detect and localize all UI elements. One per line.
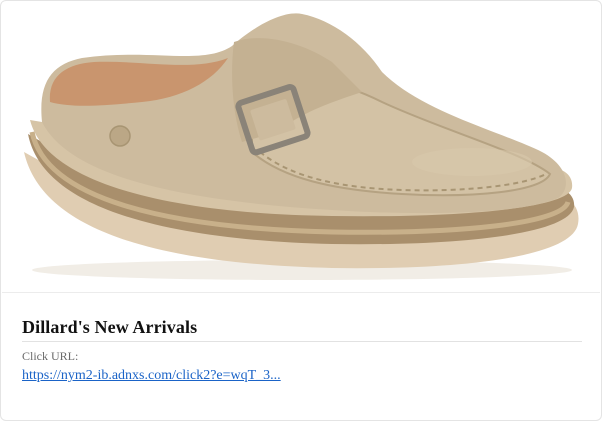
shoe-image-icon [24,13,579,280]
click-url-link[interactable]: https://nym2-ib.adnxs.com/click2?e=wqT_3… [22,368,281,384]
product-image[interactable] [2,2,600,293]
click-url-label: Click URL: [22,349,79,363]
divider [22,341,582,342]
ad-card: Dillard's New Arrivals Click URL: https:… [0,0,602,421]
ad-title: Dillard's New Arrivals [22,317,198,337]
